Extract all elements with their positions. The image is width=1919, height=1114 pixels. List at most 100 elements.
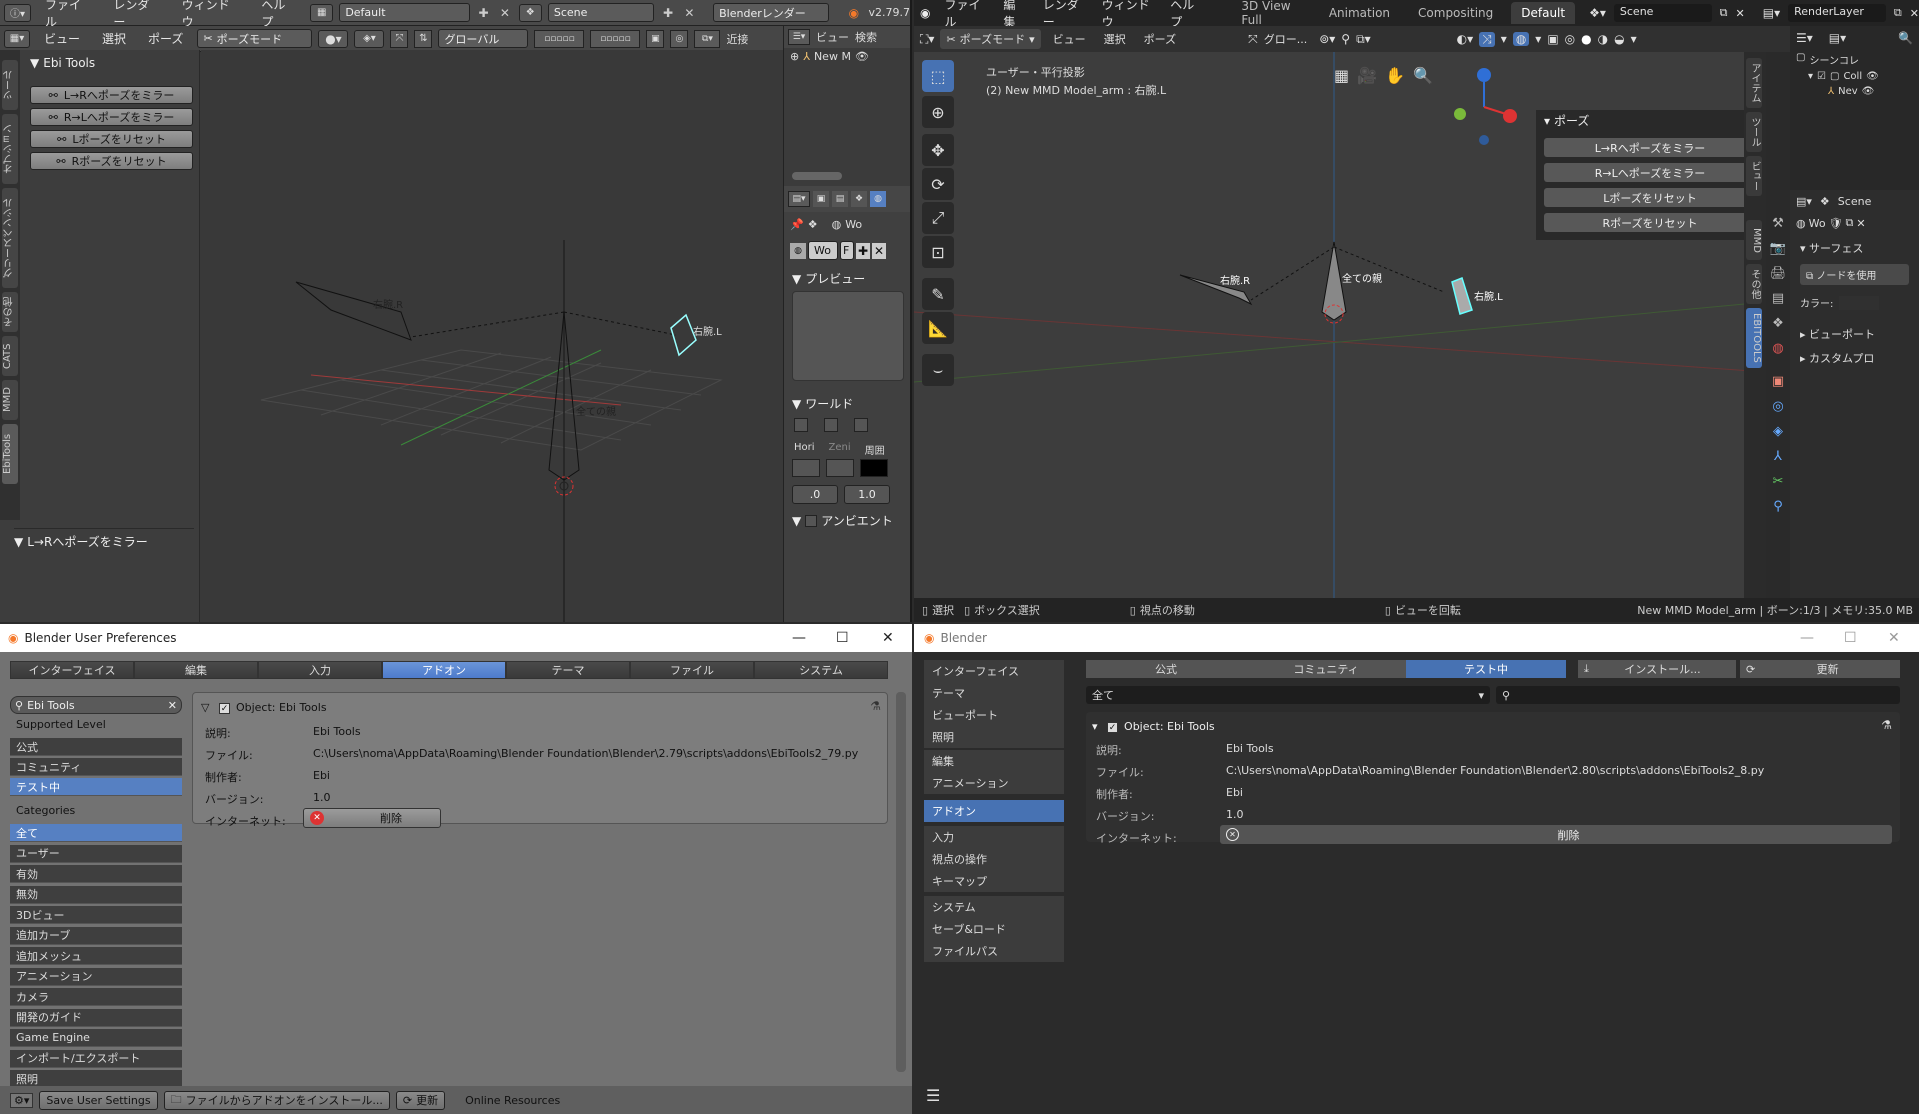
camera-view-icon[interactable]: 🎥 [1357,66,1377,85]
save-user-settings-button[interactable]: Save User Settings [39,1090,158,1110]
close-icon[interactable]: ✕ [1888,630,1900,646]
online-resources-link[interactable]: Online Resources [465,1094,560,1107]
surface-panel-header[interactable]: ▾ サーフェス [1790,234,1919,262]
prefs-sidebar-item[interactable]: 編集 [924,750,1064,772]
layers2-icon[interactable]: ▫▫▫▫▫ [590,29,641,48]
ao-checkbox[interactable] [805,514,818,527]
tool-tab-icon[interactable]: ⚒ [1772,216,1784,231]
category-item[interactable]: アニメーション [10,967,182,986]
vp-menu-pose[interactable]: ポーズ [1138,31,1182,47]
snap-settings-icon[interactable]: ⧉▾ [1356,32,1371,47]
layout-icon[interactable]: ▦ [310,3,334,22]
scene-icon[interactable]: ❖▾ [1589,6,1606,20]
enable-checkbox[interactable]: ✓ [1107,722,1119,733]
category-item[interactable]: 3Dビュー [10,906,182,924]
visibility-icon[interactable]: 👁 [1862,86,1875,97]
horizon-color-swatch[interactable] [792,459,820,477]
search-icon[interactable]: 🔍 [1898,31,1913,45]
category-item[interactable]: インポート/エクスポート [10,1049,182,1068]
use-nodes-button[interactable]: ⧉ ノードを使用 [1800,264,1909,285]
add-layout-icon[interactable]: ✚ [476,6,491,20]
checkbox-icon[interactable]: ☑ [1817,71,1826,82]
new-layer-icon[interactable]: ⧉ [1894,6,1902,20]
orientation-icon[interactable]: ⤧ [1248,32,1258,47]
world-panel-header[interactable]: ▼ ワールド [792,395,904,412]
zenith-color-swatch[interactable] [826,459,854,477]
workspace-tab-compositing[interactable]: Compositing [1408,2,1503,24]
ntab-view[interactable]: ビュー [1746,156,1762,196]
shading-icon[interactable]: ●▾ [318,29,349,48]
mode-selector[interactable]: ✂ ポーズモード [197,29,313,48]
prefs-sidebar-item[interactable]: ファイルパス [924,940,1064,962]
vp-menu-view[interactable]: ビュー [36,30,88,47]
remove-layout-icon[interactable]: ✕ [497,6,512,20]
prefs-sidebar-item[interactable]: 入力 [924,826,1064,848]
category-item[interactable]: 有効 [10,865,182,883]
maximize-icon[interactable]: ☐ [1844,630,1857,646]
clear-search-icon[interactable]: ✕ [168,699,177,712]
prefs-sidebar-item[interactable]: 視点の操作 [924,848,1064,870]
category-item[interactable]: 無効 [10,885,182,904]
outliner-coll-row[interactable]: ▾ ☑ ▢ Coll 👁 [1790,69,1919,84]
reset-l-button[interactable]: Lポーズをリセット [1544,188,1756,207]
scene-selector[interactable]: Scene [547,3,655,22]
shading-rendered-icon[interactable]: ◒ [1614,32,1624,46]
orientation-label[interactable]: グロー... [1264,31,1308,47]
vp-menu-select[interactable]: 選択 [94,30,134,47]
transform-icon[interactable]: ⇅ [414,29,433,48]
scene-tab-icon[interactable]: ❖ [851,191,867,207]
outliner-scrollbar[interactable] [792,172,842,180]
manipulator-icon[interactable]: ⤧ [390,29,409,48]
tab-mmd[interactable]: MMD [2,380,18,420]
reset-r-button[interactable]: Rポーズをリセット [1544,213,1756,232]
level-testing[interactable]: テスト中 [10,778,182,796]
tab-misc[interactable]: その他 [2,292,18,332]
editor-type-icon[interactable]: ⛶▾ [920,32,934,47]
addon-search-input[interactable]: ⚲ [1496,686,1900,704]
render-engine-selector[interactable]: Blenderレンダー [713,3,830,22]
visibility-icon[interactable]: 👁 [855,50,869,63]
mirror-r-to-l-button[interactable]: R→Lへポーズをミラー [1544,163,1756,182]
checkbox-2[interactable] [824,418,838,432]
orientation-selector[interactable]: グローバル [438,29,529,48]
tab-options[interactable]: オプション [2,114,18,184]
outliner-menu-search[interactable]: 検索 [855,29,877,45]
outliner-scene-row[interactable]: ▢ シーンコレ [1790,50,1919,69]
constraint-tab-icon[interactable]: ◈ [1773,424,1783,439]
tab-input[interactable]: 入力 [258,661,382,679]
custom-props-header[interactable]: ▸ カスタムプロ [1790,348,1919,368]
ebi-tools-panel-header[interactable]: ▼ Ebi Tools [30,56,95,70]
addon-search-input[interactable]: ⚲ Ebi Tools ✕ [10,696,182,714]
mirror-l-to-r-button[interactable]: L→Rへポーズをミラー [1544,138,1756,157]
view-layer-icon[interactable]: ▤▾ [1763,6,1780,20]
shading-options-icon[interactable]: ▾ [1631,32,1637,46]
refresh-button[interactable]: ⟳ 更新 [395,1090,446,1110]
viewport-280[interactable]: 右腕.R 右腕.L 全ての親 ⬚ ⊕ ✥ ⟳ ⤢ ⊡ ✎ 📐 ⌣ ユーザー・平行… [914,52,1766,598]
overlay-toggle-icon[interactable]: ⤨ [1479,31,1495,47]
prefs-scrollbar[interactable] [896,692,906,1072]
vp-menu-view[interactable]: ビュー [1047,31,1092,47]
vp-menu-select[interactable]: 選択 [1098,31,1132,47]
addon-header[interactable]: ▽ ✓ Object: Ebi Tools [201,701,327,714]
tab-editing[interactable]: 編集 [134,661,258,679]
duplicate-icon[interactable]: ⧉ [1846,216,1854,230]
tab-grease-pencil[interactable]: グリースペンシル [2,188,18,288]
xray2-icon[interactable]: ▾ [1535,32,1541,46]
prefs-sidebar-item[interactable]: アドオン [924,800,1064,822]
scale-tool[interactable]: ⤢ [922,202,954,234]
enable-checkbox[interactable]: ✓ [218,703,230,714]
render-tab-icon[interactable]: 📷 [1770,241,1786,256]
ntab-item[interactable]: アイテム [1746,58,1762,108]
workspace-tab-animation[interactable]: Animation [1319,2,1400,24]
viewport-display-header[interactable]: ▸ ビューポート [1790,320,1919,348]
minimize-icon[interactable]: — [792,630,806,646]
prefs-sidebar-item[interactable]: システム [924,896,1064,918]
pivot-icon[interactable]: ⊚▾ [1319,32,1335,46]
snap-icon[interactable]: ⚲ [1341,32,1350,46]
world-name-field[interactable]: Wo [1809,217,1826,230]
select-box-tool[interactable]: ⬚ [922,60,954,92]
level-community[interactable]: コミュニティ [10,758,182,776]
category-item[interactable]: Game Engine [10,1029,182,1047]
world-tab-icon[interactable]: ◍ [870,191,886,207]
gizmo-neg-z-icon[interactable] [1479,135,1489,145]
